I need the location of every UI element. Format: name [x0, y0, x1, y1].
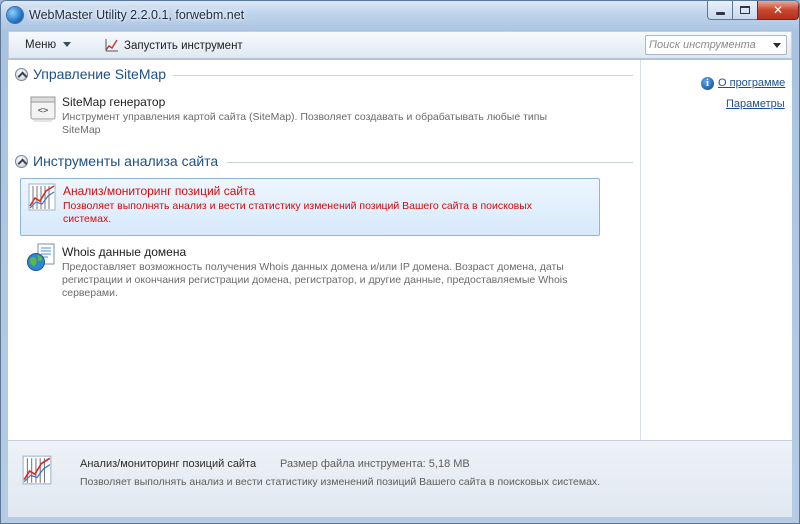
- section-title: Управление SiteMap: [33, 66, 167, 82]
- detail-tool-name: Анализ/мониторинг позиций сайта: [80, 458, 257, 470]
- search-input[interactable]: [649, 38, 767, 52]
- chevron-down-icon: [63, 42, 72, 48]
- tool-item-position-monitoring[interactable]: Анализ/мониторинг позиций сайта Позволяе…: [20, 178, 600, 236]
- close-icon: ✕: [772, 3, 784, 17]
- run-tool-button[interactable]: Запустить инструмент: [105, 38, 243, 52]
- section-sitemap-header[interactable]: Управление SiteMap: [15, 66, 633, 84]
- minimize-icon: [715, 11, 725, 15]
- tool-description: Позволяет выполнять анализ и вести стати…: [63, 200, 533, 225]
- sitemap-code-icon: <>: [30, 96, 56, 122]
- sidebar: i О программе Параметры: [640, 60, 792, 440]
- tool-name: Анализ/мониторинг позиций сайта: [63, 184, 256, 198]
- detail-file-size: Размер файла инструмента: 5,18 MB: [280, 458, 470, 470]
- detail-description: Позволяет выполнять анализ и вести стати…: [80, 476, 601, 488]
- dropdown-arrow-icon[interactable]: [773, 43, 781, 48]
- position-chart-icon: [28, 183, 56, 211]
- window-title: WebMaster Utility 2.2.0.1, forwebm.net: [29, 8, 245, 22]
- tool-description: Инструмент управления картой сайта (Site…: [62, 111, 547, 136]
- toolbar: Меню Запустить инструмент: [8, 31, 792, 59]
- maximize-button[interactable]: [732, 1, 758, 20]
- detail-panel: Анализ/мониторинг позиций сайта Размер ф…: [8, 440, 792, 517]
- tool-list: Управление SiteMap <> SiteMap генератор …: [8, 60, 640, 440]
- collapse-icon[interactable]: [15, 68, 28, 81]
- tool-name: SiteMap генератор: [62, 95, 166, 109]
- maximize-icon: [740, 6, 750, 14]
- tool-name: Whois данные домена: [62, 245, 187, 259]
- settings-link[interactable]: Параметры: [726, 98, 785, 110]
- section-divider: [173, 75, 633, 76]
- menu-label: Меню: [25, 39, 57, 51]
- title-bar[interactable]: WebMaster Utility 2.2.0.1, forwebm.net ✕: [1, 1, 799, 30]
- app-window: WebMaster Utility 2.2.0.1, forwebm.net ✕…: [0, 0, 800, 524]
- about-link[interactable]: О программе: [718, 77, 785, 89]
- search-box[interactable]: [645, 35, 787, 55]
- section-title: Инструменты анализа сайта: [33, 153, 219, 169]
- collapse-icon[interactable]: [15, 155, 28, 168]
- position-chart-icon: [22, 455, 52, 485]
- run-tool-label: Запустить инструмент: [124, 40, 243, 52]
- close-button[interactable]: ✕: [757, 1, 799, 20]
- tool-item-sitemap-generator[interactable]: <> SiteMap генератор Инструмент управлен…: [20, 90, 600, 144]
- app-logo-icon: [7, 7, 23, 23]
- section-analysis-header[interactable]: Инструменты анализа сайта: [15, 153, 633, 171]
- section-divider: [227, 162, 633, 163]
- minimize-button[interactable]: [707, 1, 733, 20]
- tool-description: Предоставляет возможность получения Whoi…: [62, 261, 568, 299]
- svg-text:<>: <>: [38, 106, 49, 116]
- menu-button[interactable]: Меню: [25, 39, 72, 51]
- info-icon: i: [701, 77, 714, 90]
- whois-globe-icon: [27, 243, 55, 271]
- run-tool-icon: [105, 39, 118, 52]
- tool-item-whois[interactable]: Whois данные домена Предоставляет возмож…: [20, 240, 600, 306]
